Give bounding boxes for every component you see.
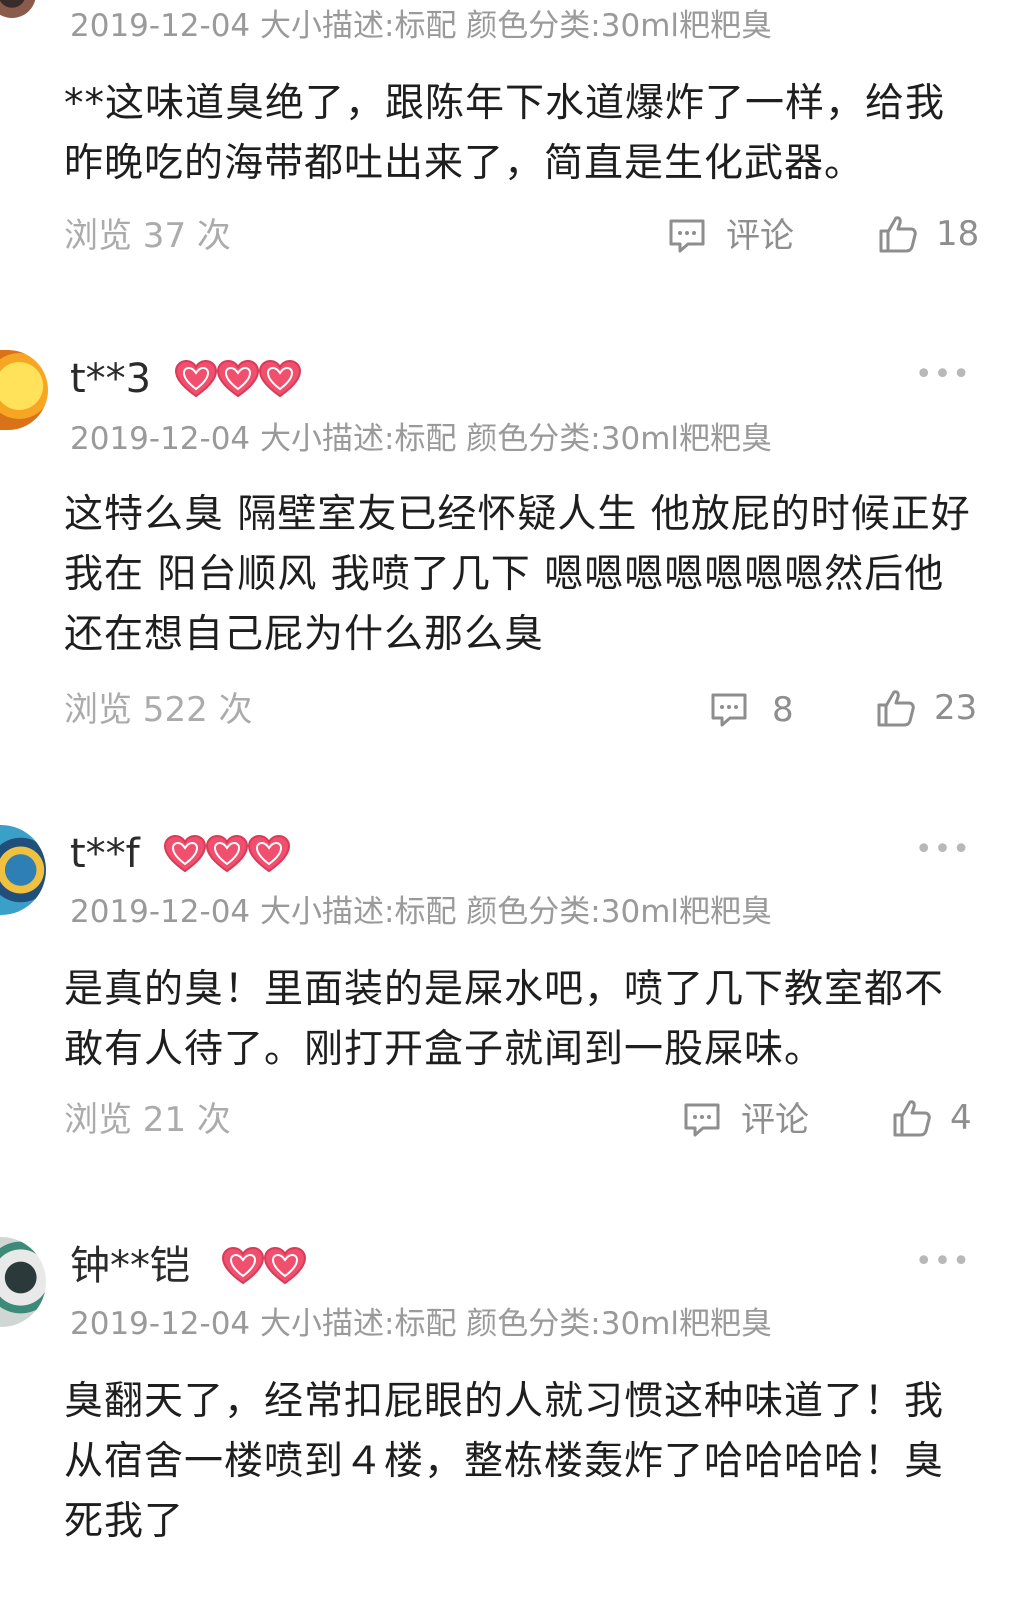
avatar[interactable] <box>0 0 36 18</box>
heart-badge-icon <box>221 1246 265 1285</box>
username[interactable]: t**f <box>70 832 140 876</box>
username[interactable]: t**3 <box>70 357 151 401</box>
comment-button[interactable]: 评论 <box>683 1100 809 1140</box>
like-count: 23 <box>934 688 978 728</box>
reputation-hearts <box>162 834 291 874</box>
comment-bubble-icon <box>683 1102 721 1138</box>
like-count: 18 <box>936 214 980 254</box>
avatar[interactable] <box>0 1237 46 1327</box>
view-count: 浏览 522 次 <box>64 690 253 730</box>
heart-badge-icon <box>174 359 218 398</box>
avatar[interactable] <box>0 825 46 915</box>
heart-badge-icon <box>258 359 302 398</box>
view-count: 浏览 21 次 <box>64 1100 231 1140</box>
more-dots-icon: ••• <box>914 832 971 867</box>
heart-badge-icon <box>263 1246 307 1285</box>
more-options-button[interactable]: ••• <box>915 360 971 390</box>
thumbs-up-icon <box>876 688 916 728</box>
like-button[interactable]: 18 <box>878 214 979 254</box>
comment-bubble-icon <box>710 692 748 728</box>
avatar[interactable] <box>0 350 48 430</box>
heart-badge-icon <box>216 359 260 398</box>
thumbs-up-icon <box>878 214 918 254</box>
username[interactable]: 钟**铠 <box>70 1244 190 1288</box>
like-button[interactable]: 23 <box>876 688 977 728</box>
review-content: 是真的臭！里面装的是屎水吧，喷了几下教室都不敢有人待了。刚打开盒子就闻到一股屎味… <box>64 967 945 1072</box>
reputation-hearts <box>173 359 302 399</box>
like-button[interactable]: 4 <box>892 1098 972 1138</box>
comment-bubble-icon <box>668 218 706 254</box>
reputation-hearts <box>220 1246 307 1286</box>
review-meta: 2019-12-04 大小描述:标配 颜色分类:30ml粑粑臭 <box>70 1306 773 1342</box>
like-count: 4 <box>950 1098 972 1138</box>
review-content: **这味道臭绝了，跟陈年下水道爆炸了一样，给我昨晚吃的海带都吐出来了，简直是生化… <box>64 81 946 186</box>
more-dots-icon: ••• <box>914 357 971 392</box>
view-count: 浏览 37 次 <box>64 216 231 256</box>
comment-label: 评论 <box>741 1100 809 1140</box>
thumbs-up-icon <box>892 1098 932 1138</box>
review-meta: 2019-12-04 大小描述:标配 颜色分类:30ml粑粑臭 <box>70 894 773 930</box>
comment-label: 评论 <box>726 216 794 256</box>
more-options-button[interactable]: ••• <box>915 1247 971 1277</box>
review-content: 这特么臭 隔壁室友已经怀疑人生 他放屁的时候正好我在 阳台顺风 我喷了几下 嗯嗯… <box>64 492 971 657</box>
more-dots-icon: ••• <box>914 1244 971 1279</box>
heart-badge-icon <box>247 834 291 873</box>
heart-badge-icon <box>163 834 207 873</box>
more-options-button[interactable]: ••• <box>915 835 971 865</box>
comment-count: 8 <box>772 690 794 730</box>
review-meta: 2019-12-04 大小描述:标配 颜色分类:30ml粑粑臭 <box>70 8 773 44</box>
comment-button[interactable]: 评论 <box>668 216 794 256</box>
comment-button[interactable]: 8 <box>710 690 794 730</box>
heart-badge-icon <box>205 834 249 873</box>
review-meta: 2019-12-04 大小描述:标配 颜色分类:30ml粑粑臭 <box>70 421 773 457</box>
review-content: 臭翻天了，经常扣屁眼的人就习惯这种味道了！我从宿舍一楼喷到４楼，整栋楼轰炸了哈哈… <box>64 1379 945 1544</box>
